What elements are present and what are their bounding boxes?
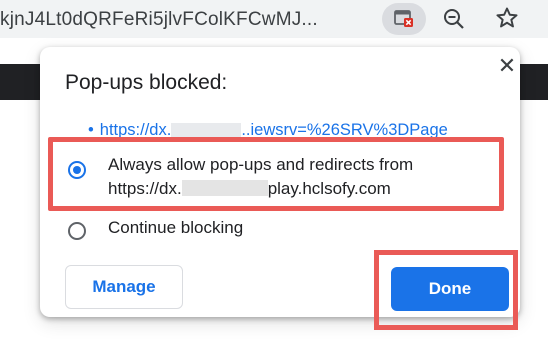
popup-blocked-icon <box>394 10 413 27</box>
done-button[interactable]: Done <box>391 267 509 311</box>
zoom-out-icon <box>444 9 464 29</box>
allow-option-domain[interactable]: https://dx. play.hclsofy.com <box>108 179 391 199</box>
redacted-region <box>181 180 268 196</box>
bubble-title: Pop-ups blocked: <box>65 71 228 94</box>
popup-blocked-indicator[interactable] <box>382 3 426 35</box>
allow-option-label[interactable]: Always allow pop-ups and redirects from <box>108 155 413 175</box>
manage-button[interactable]: Manage <box>65 265 183 309</box>
popup-blocked-bubble: Pop-ups blocked: ✕ • https://dx. ..iewsrv=… <box>40 47 520 330</box>
bookmark-button[interactable] <box>494 5 520 31</box>
allow-domain-suffix: play.hclsofy.com <box>267 179 391 198</box>
zoom-out-button[interactable] <box>441 6 467 32</box>
url-text[interactable]: kjnJ4Lt0dQRFeRi5jlvFColKFCwMJ... <box>0 9 376 31</box>
block-option-label[interactable]: Continue blocking <box>108 218 243 238</box>
block-radio[interactable] <box>68 222 86 240</box>
close-button[interactable]: ✕ <box>496 55 518 77</box>
redacted-region <box>171 123 242 137</box>
star-icon <box>496 7 518 28</box>
address-bar[interactable]: kjnJ4Lt0dQRFeRi5jlvFColKFCwMJ... <box>0 0 548 38</box>
allow-domain-prefix: https://dx. <box>108 179 182 198</box>
allow-radio[interactable] <box>68 161 86 179</box>
close-icon: ✕ <box>497 53 517 78</box>
